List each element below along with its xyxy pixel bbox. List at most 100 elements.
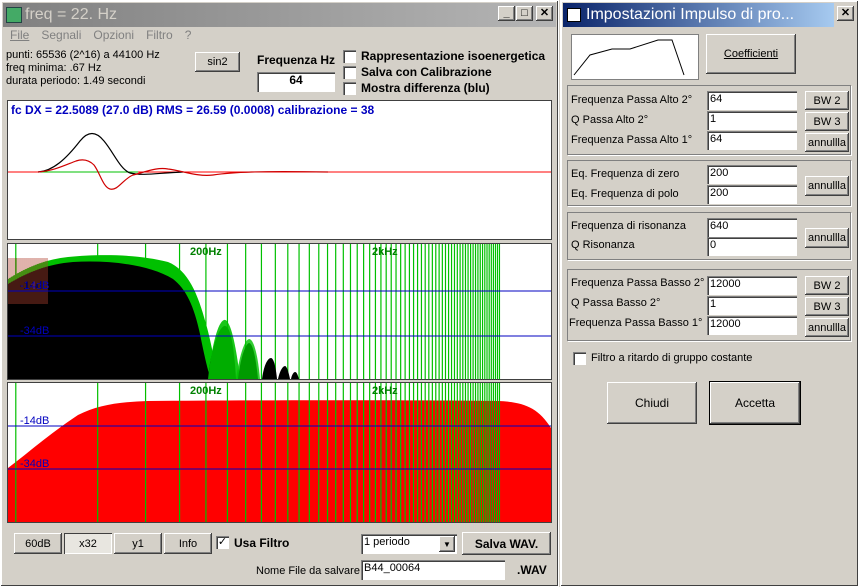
hp1-freq-label: Frequenza Passa Alto 1° — [571, 134, 693, 146]
spectrum-chart-2: 200Hz 2kHz -14dB -34dB — [8, 383, 551, 522]
calibration-checkbox[interactable] — [343, 66, 356, 79]
eq-cancel-button[interactable]: annullla — [805, 176, 849, 196]
filter-preview — [571, 34, 699, 80]
main-window-title: freq = 22. Hz — [25, 6, 118, 23]
info-button[interactable]: Info — [164, 533, 212, 554]
hp2-q-label: Q Passa Alto 2° — [571, 114, 649, 126]
calibration-label: Salva con Calibrazione — [361, 65, 492, 79]
period-select-value: 1 periodo — [364, 536, 410, 548]
chevron-down-icon[interactable]: ▼ — [439, 536, 455, 552]
lp-bw3-button[interactable]: BW 3 — [805, 297, 849, 316]
label-34db: -34dB — [20, 458, 49, 470]
red-impulse-curve — [37, 159, 329, 190]
label-34db: -34dB — [20, 325, 49, 337]
resonance-freq-label: Frequenza di risonanza — [571, 220, 686, 232]
eq-pole-input[interactable]: 200 — [707, 185, 797, 204]
lp2-freq-label: Frequenza Passa Basso 2° — [571, 277, 705, 289]
isoenergetic-checkbox[interactable] — [343, 50, 356, 63]
menu-filtro[interactable]: Filtro — [140, 27, 179, 43]
sin2-button[interactable]: sin2 — [195, 52, 240, 72]
green-ripple-1 — [208, 319, 240, 379]
hp2-q-input[interactable]: 1 — [707, 111, 797, 130]
period-select[interactable]: 1 periodo ▼ — [361, 534, 457, 554]
x32-button[interactable]: x32 — [64, 533, 112, 554]
info-period: durata periodo: 1.49 secondi — [6, 75, 146, 87]
resonance-cancel-button[interactable]: annullla — [805, 228, 849, 248]
close-dialog-button[interactable]: Chiudi — [607, 382, 697, 424]
minimize-button[interactable]: _ — [498, 6, 515, 21]
file-name-label: Nome File da salvare — [256, 565, 360, 577]
eq-zero-input[interactable]: 200 — [707, 165, 797, 184]
coefficients-button[interactable]: Coefficienti — [706, 34, 796, 74]
isoenergetic-label: Rappresentazione isoenergetica — [361, 49, 546, 63]
impulse-plot: fc DX = 22.5089 (27.0 dB) RMS = 26.59 (0… — [7, 100, 552, 240]
menubar: File Segnali Opzioni Filtro ? — [4, 27, 197, 43]
filter-shape-icon — [573, 39, 685, 76]
lp2-q-input[interactable]: 1 — [707, 296, 797, 315]
save-wav-button[interactable]: Salva WAV. — [462, 532, 551, 555]
usa-filtro-checkbox[interactable]: ✓ — [216, 536, 229, 549]
close-icon: ✕ — [840, 7, 851, 19]
close-button[interactable]: ✕ — [536, 6, 553, 21]
freq-label: Frequenza Hz — [257, 53, 336, 67]
dialog-titlebar[interactable]: Impostazioni Impulso di pro... — [563, 3, 834, 27]
black-ripple-5 — [291, 372, 299, 379]
menu-segnali[interactable]: Segnali — [35, 27, 87, 43]
menu-help[interactable]: ? — [179, 27, 198, 43]
red-response-area — [8, 400, 551, 522]
accept-button[interactable]: Accetta — [709, 381, 801, 425]
info-min-freq: freq minima: .67 Hz — [6, 62, 102, 74]
hp2-freq-label: Frequenza Passa Alto 2° — [571, 94, 693, 106]
resonance-q-label: Q Risonanza — [571, 239, 635, 251]
label-14db: -14dB — [20, 280, 49, 292]
hp2-freq-input[interactable]: 64 — [707, 91, 797, 110]
lp2-q-label: Q Passa Basso 2° — [571, 297, 661, 309]
spectrum-plot-2: 200Hz 2kHz -14dB -34dB — [7, 382, 552, 523]
spectrum-chart-1: 200Hz 2kHz -14dB -34dB — [8, 244, 551, 379]
maximize-button[interactable]: □ — [516, 6, 533, 21]
label-14db: -14dB — [20, 415, 49, 427]
lp2-freq-input[interactable]: 12000 — [707, 276, 797, 295]
app-icon — [6, 7, 22, 23]
label-200hz: 200Hz — [190, 385, 222, 397]
close-icon: ✕ — [539, 7, 550, 19]
impulse-chart — [8, 132, 551, 190]
usa-filtro-label: Usa Filtro — [234, 536, 290, 550]
menu-opzioni[interactable]: Opzioni — [87, 27, 140, 43]
main-window: freq = 22. Hz _ □ ✕ File Segnali Opzioni… — [0, 0, 559, 587]
label-200hz: 200Hz — [190, 246, 222, 258]
60db-button[interactable]: 60dB — [14, 533, 62, 554]
lp1-freq-input[interactable]: 12000 — [707, 316, 797, 335]
label-2khz: 2kHz — [372, 246, 398, 258]
lp-bw2-button[interactable]: BW 2 — [805, 276, 849, 295]
main-titlebar[interactable]: freq = 22. Hz — [3, 3, 556, 27]
file-ext-label: .WAV — [517, 563, 547, 577]
settings-dialog: Impostazioni Impulso di pro... ✕ Coeffic… — [560, 0, 859, 587]
show-difference-checkbox[interactable] — [343, 82, 356, 95]
freq-input[interactable]: 64 — [257, 72, 335, 92]
label-2khz: 2kHz — [372, 385, 398, 397]
resonance-q-input[interactable]: 0 — [707, 237, 797, 256]
hp-bw2-button[interactable]: BW 2 — [805, 91, 849, 110]
maximize-icon: □ — [521, 7, 528, 19]
resonance-freq-input[interactable]: 640 — [707, 218, 797, 237]
hp-cancel-button[interactable]: annullla — [805, 133, 849, 152]
lp1-freq-label: Frequenza Passa Basso 1° — [569, 317, 703, 329]
group-delay-checkbox[interactable] — [573, 352, 586, 365]
minimize-icon: _ — [503, 7, 510, 19]
spectrum-plot-1: 200Hz 2kHz -14dB -34dB — [7, 243, 552, 380]
menu-file[interactable]: File — [4, 27, 35, 43]
dialog-title: Impostazioni Impulso di pro... — [586, 6, 795, 23]
group-delay-label: Filtro a ritardo di gruppo costante — [591, 352, 753, 364]
hp1-freq-input[interactable]: 64 — [707, 131, 797, 150]
hp-bw3-button[interactable]: BW 3 — [805, 112, 849, 131]
y1-button[interactable]: y1 — [114, 533, 162, 554]
eq-zero-label: Eq. Frequenza di zero — [571, 168, 680, 180]
show-difference-label: Mostra differenza (blu) — [361, 81, 490, 95]
file-name-input[interactable]: B44_00064 — [361, 560, 505, 580]
dialog-icon — [567, 8, 581, 22]
lp-cancel-button[interactable]: annullla — [805, 318, 849, 337]
info-points: punti: 65536 (2^16) a 44100 Hz — [6, 49, 160, 61]
dialog-close-button[interactable]: ✕ — [837, 6, 854, 21]
eq-pole-label: Eq. Frequenza di polo — [571, 188, 679, 200]
